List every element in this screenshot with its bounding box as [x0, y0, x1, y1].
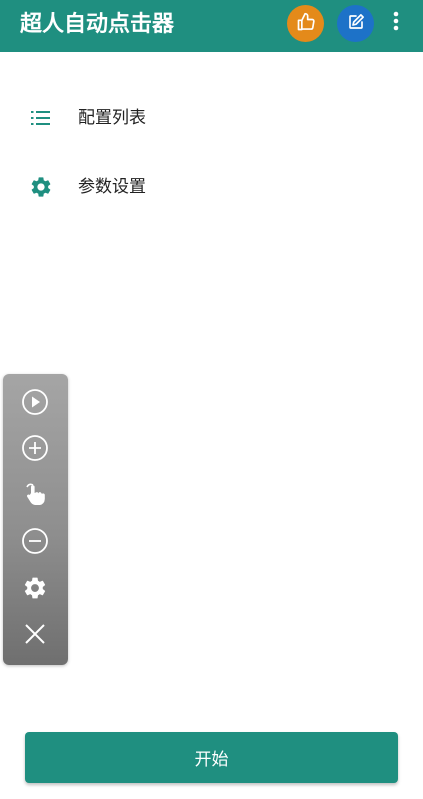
floating-control-panel [3, 374, 68, 665]
like-button[interactable] [287, 5, 324, 42]
gear-icon [28, 174, 54, 200]
play-icon [21, 388, 49, 420]
panel-settings-button[interactable] [19, 574, 51, 606]
menu-item-label: 参数设置 [78, 177, 146, 197]
tap-gesture-button[interactable] [19, 480, 51, 512]
start-button[interactable]: 开始 [25, 732, 398, 783]
thumbs-up-icon [296, 12, 316, 36]
close-panel-button[interactable] [19, 620, 51, 652]
list-icon [28, 105, 54, 131]
edit-button[interactable] [337, 5, 374, 42]
add-point-button[interactable] [19, 434, 51, 466]
add-circle-icon [21, 434, 49, 466]
app-title: 超人自动点击器 [20, 12, 175, 37]
remove-circle-icon [21, 527, 49, 559]
gear-icon [22, 575, 48, 605]
remove-point-button[interactable] [19, 527, 51, 559]
app-bar: 超人自动点击器 [0, 0, 423, 52]
menu-item-parameter-settings[interactable]: 参数设置 [0, 162, 423, 212]
edit-icon [347, 13, 365, 35]
more-options-button[interactable] [386, 6, 406, 40]
tap-gesture-icon [23, 481, 47, 511]
menu-item-label: 配置列表 [78, 108, 146, 128]
menu-item-config-list[interactable]: 配置列表 [0, 93, 423, 143]
start-button-label: 开始 [194, 750, 229, 770]
more-vert-icon [393, 11, 399, 35]
close-icon [23, 622, 47, 650]
auto-clicker-app: 超人自动点击器 配置列表 参数设置 开始 [0, 0, 423, 799]
play-button[interactable] [19, 388, 51, 420]
